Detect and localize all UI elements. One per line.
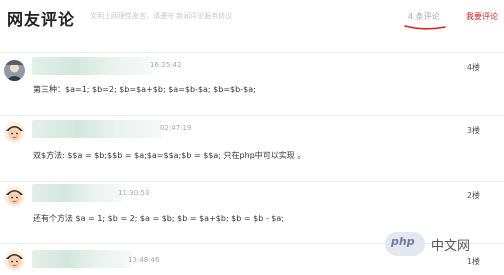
comment-floor: 2楼 — [466, 191, 480, 200]
comment-content: 第三种：$a=1; $b=2; $b=$a+$b; $a=$b-$a; $b=$… — [33, 85, 256, 94]
comment-content: 双$方法: $$a = $b;$$b = $a;$a=$$a;$b = $$a;… — [33, 151, 306, 160]
avatar[interactable] — [4, 122, 25, 143]
comment-time: 16:25:42 — [150, 61, 182, 69]
write-comment-link[interactable]: 我要评论 — [466, 11, 498, 22]
comment-divider — [0, 181, 504, 182]
page-title: 网友评论 — [7, 10, 76, 29]
blurred-username — [32, 120, 162, 138]
comments-header: 网友评论 文明上网理性发言，请遵守 新闻评论服务协议 4 条评论 我要评论 — [0, 0, 504, 36]
comment-content: 还有个方法 $a = 1; $b = 2; $a = $b; $b = $a+$… — [33, 214, 284, 223]
cartoon-avatar-icon — [4, 122, 25, 143]
avatar[interactable] — [4, 250, 25, 271]
comment-floor: 4楼 — [466, 63, 480, 72]
comment-count-link[interactable]: 4 条评论 — [408, 11, 440, 22]
comment-time: 13:48:46 — [128, 256, 160, 264]
red-underline-annotation — [404, 25, 446, 30]
comment-divider — [0, 52, 504, 53]
blurred-username — [32, 57, 152, 75]
avatar[interactable] — [4, 60, 25, 81]
cartoon-avatar-icon — [4, 250, 25, 271]
watermark-text: 中文网 — [431, 239, 471, 254]
comment-divider — [0, 115, 504, 116]
cartoon-avatar-icon — [4, 186, 25, 207]
photo-avatar-icon — [4, 60, 25, 81]
comment-time: 02:47:19 — [160, 124, 192, 132]
blurred-username — [32, 250, 132, 268]
blurred-username — [32, 184, 122, 202]
comment-policy-text: 文明上网理性发言，请遵守 新闻评论服务协议 — [90, 12, 233, 20]
avatar[interactable] — [4, 186, 25, 207]
watermark-logo-text: php — [391, 235, 415, 248]
php-cn-watermark: php 中文网 — [385, 230, 503, 260]
comment-time: 11:30:53 — [118, 189, 150, 197]
comment-floor: 3楼 — [466, 126, 480, 135]
